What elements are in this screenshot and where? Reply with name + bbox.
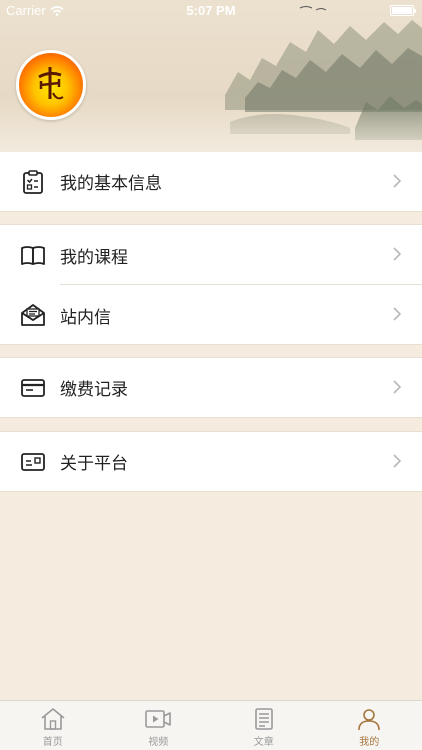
chevron-right-icon	[393, 247, 402, 261]
tab-label: 视频	[148, 737, 169, 748]
menu-item-my-courses[interactable]: 我的课程	[0, 225, 422, 285]
article-icon	[254, 708, 273, 730]
chevron-right-icon	[393, 380, 402, 394]
menu-item-inbox[interactable]: 站内信	[0, 285, 422, 345]
battery-icon	[390, 5, 416, 16]
home-icon	[41, 708, 65, 730]
status-bar: Carrier 5:07 PM	[0, 0, 422, 22]
tab-label: 文章	[253, 737, 274, 748]
menu-item-payment-records[interactable]: 缴费记录	[0, 358, 422, 417]
profile-icon	[358, 709, 381, 731]
video-icon	[145, 710, 172, 728]
tab-label: 我的	[359, 737, 380, 748]
card-icon	[20, 375, 46, 401]
menu-group-learning: 我的课程 站内信	[0, 225, 422, 344]
envelope-letter-icon	[20, 302, 46, 328]
profile-header: Carrier 5:07 PM	[0, 0, 422, 158]
tab-article[interactable]: 文章	[211, 701, 317, 750]
tab-bar: 首页 视频 文章 我的	[0, 700, 422, 750]
tab-home[interactable]: 首页	[0, 701, 106, 750]
menu-item-label: 缴费记录	[60, 380, 128, 400]
separator	[0, 211, 422, 212]
separator	[0, 417, 422, 418]
separator	[0, 491, 422, 492]
clock: 5:07 PM	[186, 3, 236, 18]
chevron-right-icon	[393, 454, 402, 468]
menu-group-about: 关于平台	[0, 432, 422, 491]
menu-item-label: 关于平台	[60, 454, 128, 474]
menu-group-basic: 我的基本信息	[0, 152, 422, 211]
chevron-right-icon	[393, 307, 402, 321]
tab-video[interactable]: 视频	[106, 701, 212, 750]
menu-item-label: 我的基本信息	[60, 174, 162, 194]
tab-mine[interactable]: 我的	[317, 701, 422, 750]
menu-item-label: 我的课程	[60, 247, 128, 268]
menu-item-label: 站内信	[60, 307, 111, 328]
separator	[0, 344, 422, 345]
open-book-icon	[20, 242, 46, 268]
menu-item-basic-info[interactable]: 我的基本信息	[0, 152, 422, 211]
avatar-logo	[38, 67, 64, 100]
info-card-icon	[20, 449, 46, 475]
menu-item-about-platform[interactable]: 关于平台	[0, 432, 422, 491]
avatar[interactable]	[16, 50, 86, 120]
menu-group-payment: 缴费记录	[0, 358, 422, 417]
chevron-right-icon	[393, 174, 402, 188]
tab-label: 首页	[42, 737, 63, 748]
clipboard-checklist-icon	[20, 169, 46, 195]
